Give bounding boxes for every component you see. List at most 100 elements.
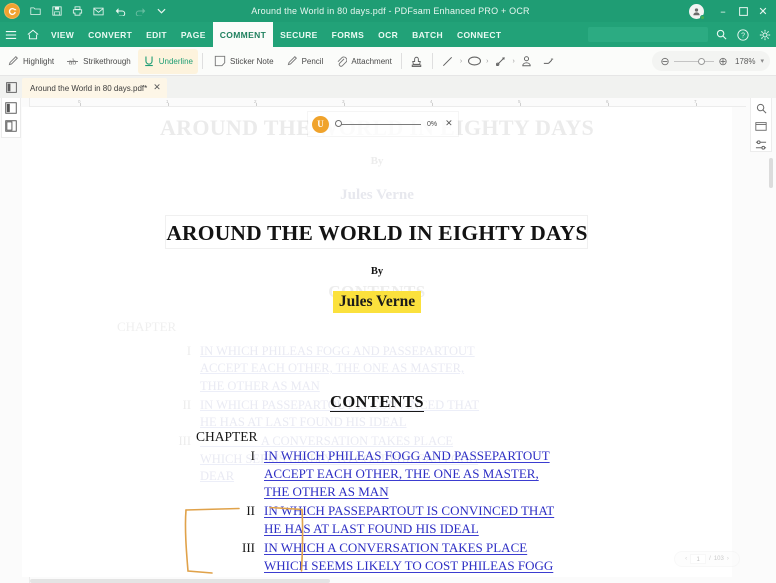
menu-item-secure[interactable]: SECURE [273,22,325,47]
opacity-slider-knob[interactable] [335,120,342,127]
print-icon[interactable] [67,0,88,22]
zoom-control[interactable]: ⊖ ⊕ 178% ▾ [652,51,770,71]
tool-attachment[interactable]: Attachment [330,49,396,74]
previous-page-icon[interactable]: ‹ [685,556,687,562]
page-panel-icon[interactable] [754,120,768,132]
stamp-icon[interactable] [406,50,428,72]
menu-item-view[interactable]: VIEW [44,22,81,47]
minimize-button[interactable]: – [713,0,733,22]
right-rail-panel [750,98,772,152]
save-icon[interactable] [46,0,67,22]
current-page-input[interactable]: 1 [690,554,706,564]
toc-line: THE OTHER AS MAN [264,483,550,501]
annotation-properties-popup[interactable]: U 0% ✕ [308,112,458,136]
home-icon[interactable] [22,22,44,47]
tool-strikethrough[interactable]: ab Strikethrough [61,49,136,74]
vertical-scrollbar-thumb[interactable] [769,158,773,188]
document-tab[interactable]: Around the World in 80 days.pdf* ✕ [22,78,167,98]
toolbar-divider-3 [432,53,433,69]
bookmarks-panel-icon[interactable] [4,119,18,133]
chevron-down-icon[interactable] [151,0,172,22]
contents-heading[interactable]: CONTENTS [22,392,732,412]
email-icon[interactable] [88,0,109,22]
open-folder-icon[interactable] [25,0,46,22]
pdf-page-canvas[interactable]: AROUND THE WORLD IN EIGHTY DAYS By Jules… [22,107,732,577]
hamburger-icon[interactable] [0,22,22,47]
toc-entry-text[interactable]: IN WHICH A CONVERSATION TAKES PLACE WHIC… [264,539,553,577]
tool-sticker-note[interactable]: Sticker Note [209,49,279,74]
search-icon[interactable] [710,22,732,47]
global-search-input[interactable] [588,27,708,42]
page-separator: / [709,556,711,562]
toc-line: IN WHICH A CONVERSATION TAKES PLACE [264,539,553,557]
arrow-icon[interactable] [490,50,512,72]
underline-icon [143,55,155,67]
menu-item-forms[interactable]: FORMS [325,22,371,47]
zoom-slider[interactable] [674,61,714,62]
popup-close-icon[interactable]: ✕ [445,119,453,129]
user-avatar[interactable] [689,4,704,19]
author-name-highlighted[interactable]: Jules Verne [22,293,732,311]
left-rail-panel [1,98,21,138]
tool-highlight-label: Highlight [23,57,54,66]
horizontal-ruler: 0 1 2 3 4 5 6 7 [30,98,746,107]
title-bar: Around the World in 80 days.pdf - PDFsam… [0,0,776,22]
toc-line: IN WHICH PASSEPARTOUT IS CONVINCED THAT [264,502,554,520]
thumbnails-panel-icon[interactable] [4,101,18,115]
tool-pencil[interactable]: Pencil [281,49,329,74]
menu-item-batch[interactable]: BATCH [405,22,450,47]
maximize-button[interactable] [733,0,753,22]
page-navigation[interactable]: ‹ 1 / 103 › [674,551,740,567]
toc-line: DEAR [264,575,553,577]
tool-underline[interactable]: Underline [138,49,198,74]
zoom-out-icon[interactable]: ⊖ [658,55,672,68]
tool-sticker-note-label: Sticker Note [230,57,274,66]
help-circle-icon[interactable]: ? [732,22,754,47]
zoom-in-icon[interactable]: ⊕ [716,55,730,68]
close-icon[interactable]: ✕ [153,83,161,93]
ellipse-icon[interactable] [463,50,485,72]
author-highlight-text: Jules Verne [334,292,420,312]
tool-underline-label: Underline [159,57,193,66]
menu-item-edit[interactable]: EDIT [139,22,174,47]
toolbar-divider-2 [401,53,402,69]
tool-pencil-label: Pencil [302,57,324,66]
paperclip-icon [335,55,347,67]
strikethrough-icon: ab [66,56,79,67]
properties-sliders-icon[interactable] [754,139,768,151]
gear-icon[interactable] [754,22,776,47]
menu-item-connect[interactable]: CONNECT [450,22,508,47]
contents-heading-underlined: CONTENTS [330,392,424,412]
underline-color-swatch[interactable]: U [312,116,329,133]
next-page-icon[interactable]: › [727,556,729,562]
measure-icon[interactable] [538,50,560,72]
window-title: Around the World in 80 days.pdf - PDFsam… [172,6,689,16]
comment-toolbar: Highlight ab Strikethrough Underline Sti… [0,47,776,76]
toc-entry-text[interactable]: IN WHICH PASSEPARTOUT IS CONVINCED THAT … [264,502,554,538]
tool-highlight[interactable]: Highlight [2,49,59,74]
chapter-column-header: CHAPTER [194,429,260,445]
menu-item-page[interactable]: PAGE [174,22,213,47]
menu-item-comment[interactable]: COMMENT [213,22,273,47]
toc-entry-text[interactable]: IN WHICH PHILEAS FOGG AND PASSEPARTOUT A… [264,447,550,501]
opacity-value-label: 0% [427,121,437,128]
redo-icon[interactable] [130,0,151,22]
zoom-dropdown-caret-icon[interactable]: ▾ [760,57,764,65]
app-logo-icon [4,3,20,19]
undo-icon[interactable] [109,0,130,22]
search-icon[interactable] [754,102,768,114]
menu-item-ocr[interactable]: OCR [371,22,405,47]
menu-item-convert[interactable]: CONVERT [81,22,139,47]
toc-numeral: III [240,539,255,577]
total-pages-label: 103 [714,556,724,562]
horizontal-scrollbar-thumb[interactable] [30,579,330,583]
line-icon[interactable] [437,50,459,72]
zoom-slider-knob[interactable] [698,58,705,65]
menu-bar: VIEW CONVERT EDIT PAGE COMMENT SECURE FO… [0,22,776,47]
toc-line: ACCEPT EACH OTHER, THE ONE AS MASTER, [264,465,550,483]
panel-toggle-icon[interactable] [0,76,22,98]
close-button[interactable]: ✕ [753,0,773,22]
opacity-slider[interactable] [337,124,421,125]
toc-line: HE HAS AT LAST FOUND HIS IDEAL [264,520,554,538]
signature-icon[interactable] [516,50,538,72]
